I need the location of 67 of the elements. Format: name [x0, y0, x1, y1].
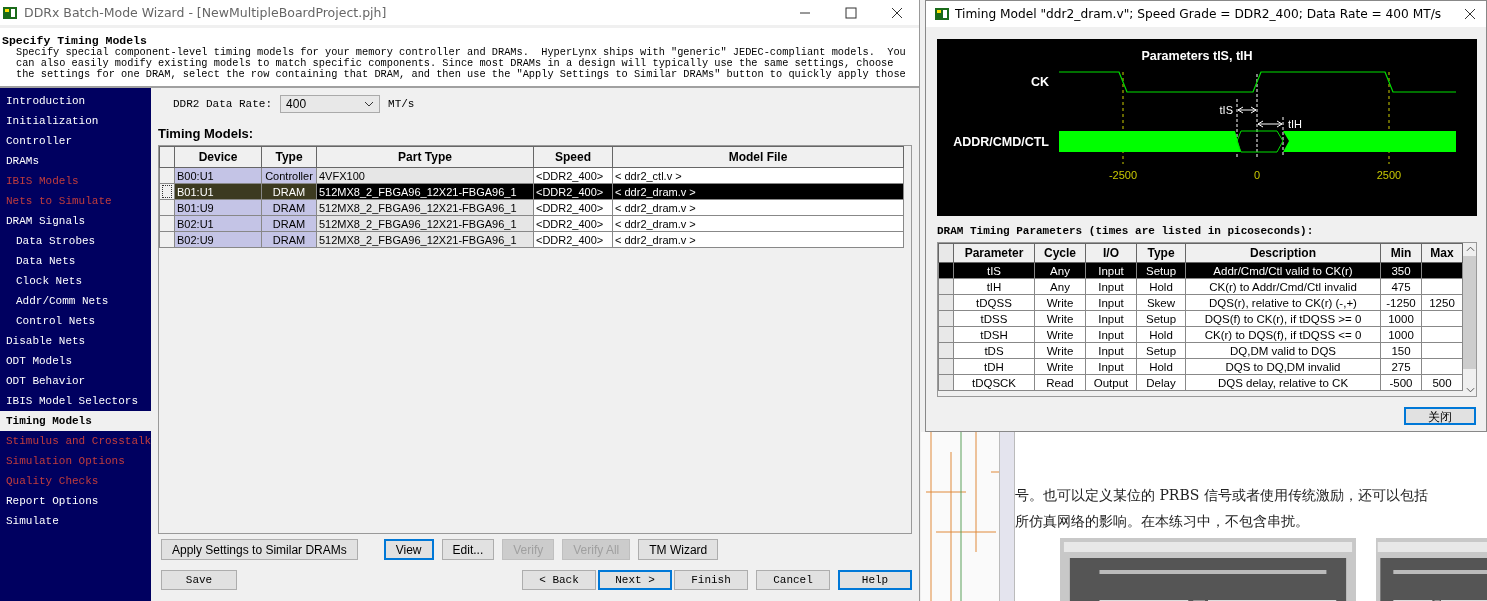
- scroll-up-icon[interactable]: [1465, 246, 1475, 252]
- sidebar-item[interactable]: Disable Nets: [0, 331, 151, 351]
- action-button[interactable]: TM Wizard: [638, 539, 719, 560]
- nav-button[interactable]: Next >: [598, 570, 672, 590]
- column-header[interactable]: I/O: [1085, 243, 1137, 263]
- action-button[interactable]: View: [383, 539, 434, 560]
- app-icon: [934, 6, 950, 22]
- nav-button[interactable]: Save: [161, 570, 237, 590]
- signal-label: CK: [1030, 75, 1049, 89]
- column-header[interactable]: Type: [1136, 243, 1186, 263]
- column-header[interactable]: Min: [1380, 243, 1422, 263]
- column-header[interactable]: Cycle: [1034, 243, 1086, 263]
- close-icon[interactable]: [891, 6, 903, 19]
- column-header[interactable]: Max: [1421, 243, 1463, 263]
- page-description: Specify special component-level timing models for your memory controller and DRAMs. HyperLynx ships with "generic" JEDEC-compliant models. You can also easily modify existing models to match specific components. Since most DRAMs in a design will typically use the same settings, choose the settings for one DRAM, select the row containing that DRAM, and then use the "Apply Settings to Similar DRAMs" button to quickly apply those: [16, 47, 907, 80]
- column-header[interactable]: Type: [261, 146, 317, 168]
- maximize-icon[interactable]: [845, 6, 857, 19]
- column-header[interactable]: Part Type: [316, 146, 534, 168]
- document-text: 所仿真网络的影响。在本练习中，不包含串扰。: [1015, 512, 1310, 531]
- section-heading: DRAM Timing Parameters (times are listed in picoseconds):: [937, 225, 1315, 237]
- close-icon[interactable]: [1464, 8, 1476, 20]
- sidebar-item[interactable]: ODT Behavior: [0, 371, 151, 391]
- close-button[interactable]: 关闭: [1404, 407, 1476, 425]
- sidebar-item[interactable]: DRAM Signals: [0, 211, 151, 231]
- nav-button[interactable]: Help: [838, 570, 912, 590]
- sidebar-item[interactable]: Data Nets: [0, 251, 151, 271]
- signal-label: ADDR/CMD/CTL: [953, 135, 1049, 149]
- column-header[interactable]: Speed: [533, 146, 613, 168]
- sidebar-item[interactable]: Initialization: [0, 111, 151, 131]
- sidebar-item[interactable]: Addr/Comm Nets: [0, 291, 151, 311]
- window-title: DDRx Batch-Mode Wizard - [NewMultipleBoardProject.pjh]: [24, 5, 387, 20]
- scroll-down-icon[interactable]: [1465, 387, 1475, 393]
- tick-label: -2500: [1108, 169, 1138, 181]
- diagram-title: Parameters tIS, tIH: [1141, 49, 1253, 63]
- tick-label: 0: [1253, 169, 1261, 181]
- dialog-title: Timing Model "ddr2_dram.v"; Speed Grade = DDR2_400; Data Rate = 400 MT/s: [955, 7, 1442, 21]
- section-heading: Timing Models:: [158, 126, 255, 141]
- sidebar-item[interactable]: Report Options: [0, 491, 151, 511]
- marker-label: tIS: [1219, 104, 1233, 116]
- unit-label: MT/s: [388, 98, 415, 110]
- chevron-icon: [364, 101, 375, 107]
- page-heading: Specify Timing Models: [2, 34, 147, 47]
- sidebar-item[interactable]: IBIS Model Selectors: [0, 391, 151, 411]
- sidebar-item[interactable]: Control Nets: [0, 311, 151, 331]
- tick-label: 2500: [1376, 169, 1402, 181]
- nav-button[interactable]: Finish: [674, 570, 748, 590]
- nav-button[interactable]: < Back: [522, 570, 596, 590]
- sidebar-item[interactable]: Introduction: [0, 91, 151, 111]
- sidebar-item[interactable]: Data Strobes: [0, 231, 151, 251]
- action-button[interactable]: Apply Settings to Similar DRAMs: [161, 539, 358, 560]
- focus-marker: [162, 185, 172, 198]
- data-rate-label: DDR2 Data Rate:: [173, 98, 273, 110]
- sidebar-item[interactable]: DRAMs: [0, 151, 151, 171]
- sidebar-item[interactable]: Controller: [0, 131, 151, 151]
- nav-button[interactable]: Cancel: [756, 570, 830, 590]
- column-header[interactable]: Model File: [612, 146, 904, 168]
- sidebar-item[interactable]: Simulate: [0, 511, 151, 531]
- column-header[interactable]: Description: [1185, 243, 1381, 263]
- data-rate-dropdown[interactable]: 400: [280, 95, 381, 113]
- column-header[interactable]: Parameter: [953, 243, 1035, 263]
- action-button[interactable]: Edit...: [441, 539, 495, 560]
- sidebar-item[interactable]: Clock Nets: [0, 271, 151, 291]
- sidebar-item[interactable]: ODT Models: [0, 351, 151, 371]
- document-text: 号。也可以定义某位的 PRBS 信号或者使用传统激励，还可以包括: [1015, 486, 1429, 505]
- marker-label: tIH: [1288, 118, 1303, 130]
- column-header[interactable]: Device: [174, 146, 262, 168]
- sidebar-item[interactable]: Timing Models: [0, 411, 151, 431]
